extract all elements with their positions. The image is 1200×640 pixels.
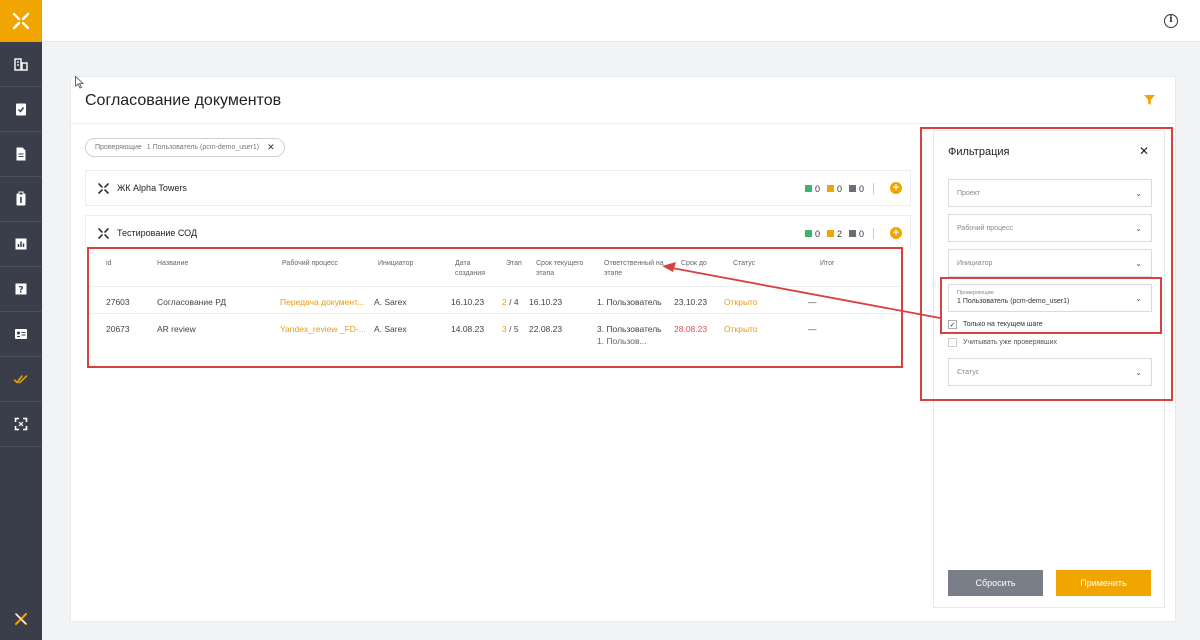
document-icon	[16, 147, 26, 161]
project-name: ЖК Alpha Towers	[117, 183, 187, 193]
brand-icon	[15, 613, 27, 625]
project-stats: 0 2 0	[798, 228, 874, 239]
id-card-icon	[15, 329, 27, 339]
sidebar-item-analytics[interactable]	[0, 222, 42, 267]
app-logo[interactable]	[0, 0, 42, 42]
info-icon[interactable]: i	[1164, 14, 1178, 28]
filter-funnel-icon[interactable]	[1144, 95, 1155, 105]
sidebar-item-documents[interactable]	[0, 132, 42, 177]
orange-status-square	[826, 185, 834, 192]
sidebar-item-expand[interactable]	[0, 402, 42, 447]
sidebar-item-approvals[interactable]	[0, 357, 42, 402]
svg-text:?: ?	[18, 286, 23, 296]
stats-divider	[873, 183, 874, 194]
project-name: Тестирование СОД	[117, 228, 198, 238]
page-title: Согласование документов	[85, 92, 282, 109]
sidebar-item-help[interactable]: ?	[0, 267, 42, 312]
orange-count: 2	[836, 228, 842, 239]
clipboard-icon	[16, 191, 26, 206]
annotation-highlight-reviewers	[940, 277, 1162, 334]
project-icon	[98, 228, 109, 239]
mouse-cursor-icon	[75, 76, 84, 89]
buildings-icon	[14, 58, 28, 71]
logo-icon	[12, 12, 30, 30]
stats-divider	[873, 228, 874, 239]
help-icon: ?	[15, 283, 27, 296]
apply-button[interactable]: Применить	[1056, 570, 1151, 596]
add-icon[interactable]: +	[890, 182, 902, 194]
active-filter-chip: Проверяющие 1 Пользователь (pcm-demo_use…	[85, 138, 285, 157]
add-icon[interactable]: +	[890, 227, 902, 239]
green-count: 0	[814, 228, 820, 239]
green-count: 0	[814, 183, 820, 194]
annotation-highlight-filter-panel	[920, 127, 1173, 401]
expand-icon	[14, 417, 28, 431]
gray-status-square	[848, 230, 856, 237]
project-row[interactable]: ЖК Alpha Towers 0 0 0 +	[85, 170, 911, 206]
bar-chart-icon	[15, 238, 27, 250]
top-bar: i	[42, 0, 1200, 42]
gray-status-square	[848, 185, 856, 192]
clipboard-check-icon	[16, 103, 26, 116]
chip-remove-icon[interactable]: ✕	[267, 142, 275, 153]
project-row[interactable]: Тестирование СОД 0 2 0 +	[85, 215, 911, 251]
chip-label: Проверяющие	[95, 144, 142, 151]
double-check-icon	[13, 375, 28, 384]
orange-count: 0	[836, 183, 842, 194]
orange-status-square	[826, 230, 834, 237]
reset-button[interactable]: Сбросить	[948, 570, 1043, 596]
gray-count: 0	[858, 183, 864, 194]
green-status-square	[804, 185, 812, 192]
sidebar-item-contacts[interactable]	[0, 312, 42, 357]
divider	[71, 123, 1175, 124]
sidebar-item-objects[interactable]	[0, 42, 42, 87]
project-icon	[98, 183, 109, 194]
annotation-highlight-table	[87, 247, 903, 368]
sidebar-item-tasks[interactable]	[0, 87, 42, 132]
project-stats: 0 0 0	[798, 183, 874, 194]
green-status-square	[804, 230, 812, 237]
sidebar-item-checklists[interactable]	[0, 177, 42, 222]
sidebar-footer-logo	[0, 612, 42, 626]
chip-value: 1 Пользователь (pcm-demo_user1)	[146, 144, 260, 151]
sidebar: ?	[0, 0, 42, 640]
gray-count: 0	[858, 228, 864, 239]
